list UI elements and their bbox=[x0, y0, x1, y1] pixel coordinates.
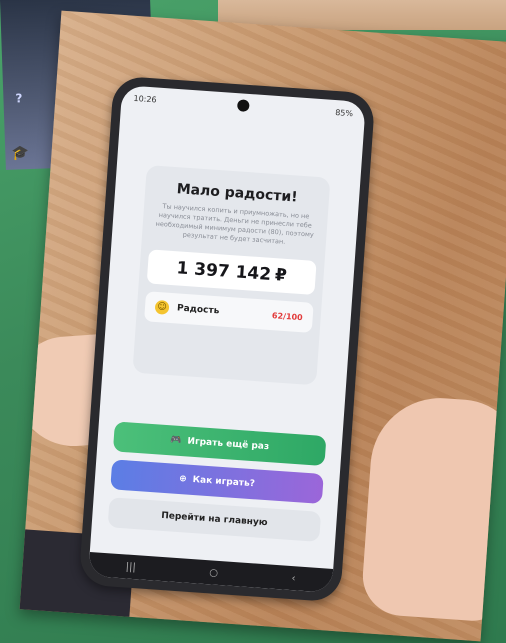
smartphone: 10:26 85% Мало радости! Ты научился копи… bbox=[78, 75, 376, 603]
back-icon[interactable]: ‹ bbox=[291, 573, 296, 584]
status-battery: 85% bbox=[334, 108, 354, 119]
hand-right bbox=[360, 393, 506, 624]
how-to-play-button[interactable]: ⊕ Как играть? bbox=[110, 459, 324, 505]
joy-meter: ☺ Радость 62/100 bbox=[144, 291, 314, 333]
how-to-play-label: Как играть? bbox=[192, 474, 256, 490]
android-nav-bar: ||| ○ ‹ bbox=[88, 551, 334, 593]
currency-sign: ₽ bbox=[274, 265, 288, 286]
result-card: Мало радости! Ты научился копить и приум… bbox=[132, 164, 331, 386]
gamepad-icon: 🎮 bbox=[169, 435, 182, 447]
play-again-button[interactable]: 🎮 Играть ещё раз bbox=[112, 421, 327, 467]
phone-screen: 10:26 85% Мало радости! Ты научился копи… bbox=[88, 85, 366, 593]
question-mark-icon: ? bbox=[15, 91, 23, 106]
status-time: 10:26 bbox=[133, 93, 157, 105]
result-description: Ты научился копить и приумножать, но не … bbox=[155, 202, 314, 246]
recent-apps-icon[interactable]: ||| bbox=[125, 561, 136, 573]
joy-label: Радость bbox=[176, 303, 220, 317]
go-home-button[interactable]: Перейти на главную bbox=[107, 497, 322, 542]
go-home-label: Перейти на главную bbox=[160, 510, 268, 529]
play-again-label: Играть ещё раз bbox=[187, 436, 270, 453]
joy-value: 62/100 bbox=[271, 310, 304, 322]
graduation-cap-icon: 🎓 bbox=[11, 145, 30, 162]
smile-icon: ☺ bbox=[154, 299, 170, 315]
help-icon: ⊕ bbox=[178, 474, 188, 485]
home-icon[interactable]: ○ bbox=[209, 567, 218, 579]
amount-display: 1 397 142 ₽ bbox=[146, 249, 317, 295]
amount-value: 1 397 142 bbox=[175, 258, 272, 285]
